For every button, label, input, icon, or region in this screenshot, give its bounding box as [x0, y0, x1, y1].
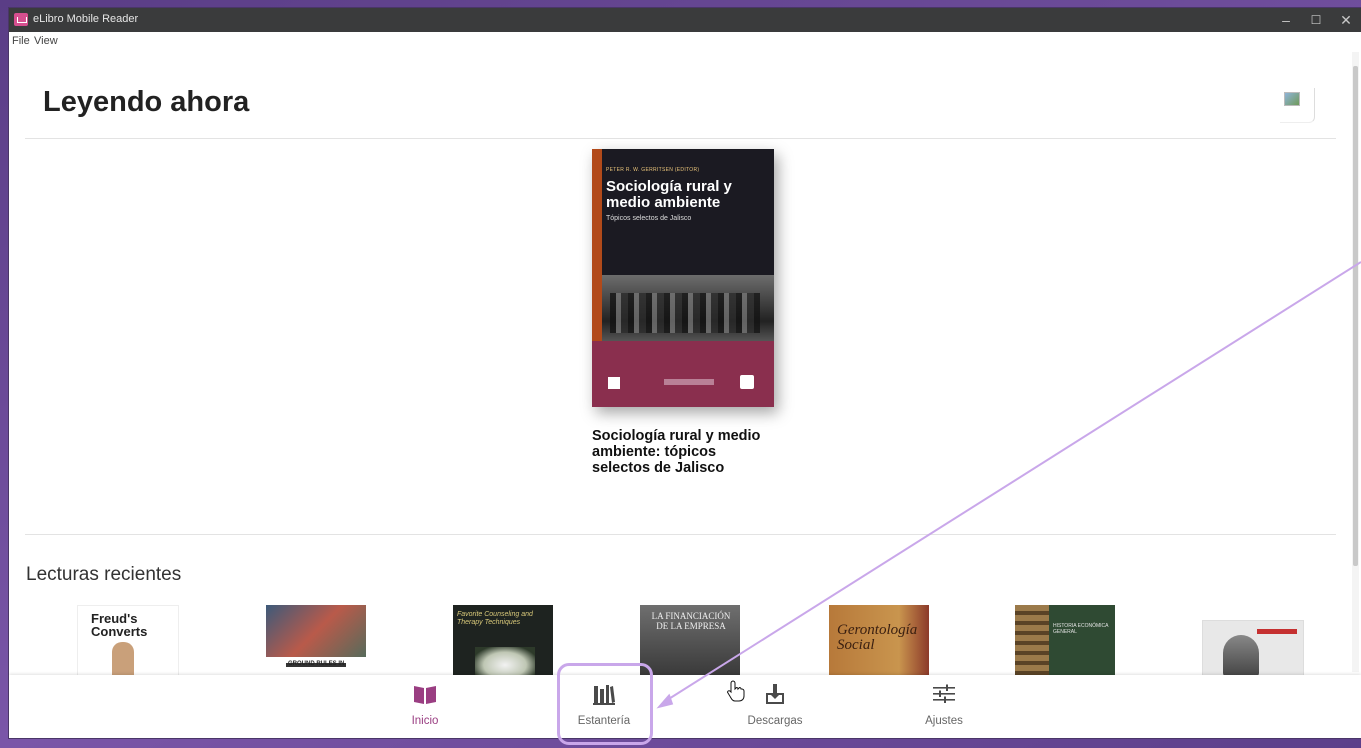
cover-photo [602, 275, 774, 341]
highlight-box [557, 663, 653, 745]
maximize-button[interactable]: ☐ [1301, 10, 1331, 30]
header-divider [25, 138, 1336, 139]
nav-ajustes[interactable]: Ajustes [899, 675, 989, 738]
menu-bar: File View [9, 32, 1361, 50]
app-window: eLibro Mobile Reader – ☐ ✕ File View Ley… [9, 8, 1361, 738]
cover-author: PETER R. W. GERRITSEN (EDITOR) [606, 167, 700, 173]
cover-text: GROUND RULES IN [288, 661, 345, 667]
cover-bottom-band [592, 341, 774, 407]
nav-label: Descargas [747, 715, 803, 727]
portrait-image [1223, 635, 1259, 677]
nav-label: Ajustes [925, 715, 963, 727]
recent-book-ground-rules[interactable]: GROUND RULES IN [266, 605, 366, 675]
cover-text: LA FINANCIACIÓN DE LA EMPRESA [651, 611, 731, 631]
bottom-navigation: Inicio Estantería Descargas Ajustes [9, 675, 1361, 738]
recent-book-financiacion-empresa[interactable]: LA FINANCIACIÓN DE LA EMPRESA [640, 605, 740, 675]
menu-view[interactable]: View [34, 35, 58, 47]
cover-band [1257, 629, 1297, 634]
current-book-cover[interactable]: PETER R. W. GERRITSEN (EDITOR) Sociologí… [592, 149, 774, 407]
minimize-button[interactable]: – [1271, 10, 1301, 30]
window-title: eLibro Mobile Reader [33, 13, 139, 25]
recent-section-title: Lecturas recientes [26, 564, 182, 585]
recent-book-historia-economica[interactable]: HISTORIA ECONÓMICA GENERAL [1015, 605, 1115, 675]
vertical-scrollbar[interactable] [1352, 52, 1359, 672]
recent-book-counseling-techniques[interactable]: Favorite Counseling and Therapy Techniqu… [453, 605, 553, 675]
cover-text: Favorite Counseling and Therapy Techniqu… [457, 611, 533, 626]
cover-title: Sociología rural y medio ambiente [606, 178, 732, 211]
scrollbar-thumb[interactable] [1353, 66, 1358, 566]
publisher-logo [664, 379, 714, 385]
cover-text: Freud's Converts [91, 611, 148, 639]
publisher-logo [608, 377, 620, 389]
section-divider [25, 534, 1336, 535]
profile-avatar[interactable] [1280, 88, 1315, 123]
download-icon [766, 684, 784, 704]
portrait-figure [112, 642, 134, 676]
elibro-app-icon [14, 13, 28, 26]
recent-book-gerontologia-social[interactable]: Gerontología Social [829, 605, 929, 675]
flower-image [475, 647, 535, 675]
cover-text: Gerontología Social [837, 622, 918, 653]
bookshelf-image [1015, 605, 1049, 675]
title-bar[interactable]: eLibro Mobile Reader – ☐ ✕ [9, 8, 1361, 32]
nav-label: Inicio [411, 715, 439, 727]
sliders-icon [933, 684, 955, 703]
recent-book-freuds-converts[interactable]: Freud's Converts [77, 605, 179, 677]
book-open-icon [414, 686, 436, 704]
cover-subtitle: Tópicos selectos de Jalisco [606, 215, 692, 222]
university-seal-icon [740, 375, 754, 389]
close-button[interactable]: ✕ [1331, 10, 1361, 30]
page-title: Leyendo ahora [43, 86, 250, 118]
hand-cursor-icon [727, 680, 745, 702]
current-book-title[interactable]: Sociología rural y medio ambiente: tópic… [592, 428, 762, 476]
menu-file[interactable]: File [12, 35, 30, 47]
nav-inicio[interactable]: Inicio [380, 675, 470, 738]
cover-text: HISTORIA ECONÓMICA GENERAL [1053, 623, 1109, 635]
